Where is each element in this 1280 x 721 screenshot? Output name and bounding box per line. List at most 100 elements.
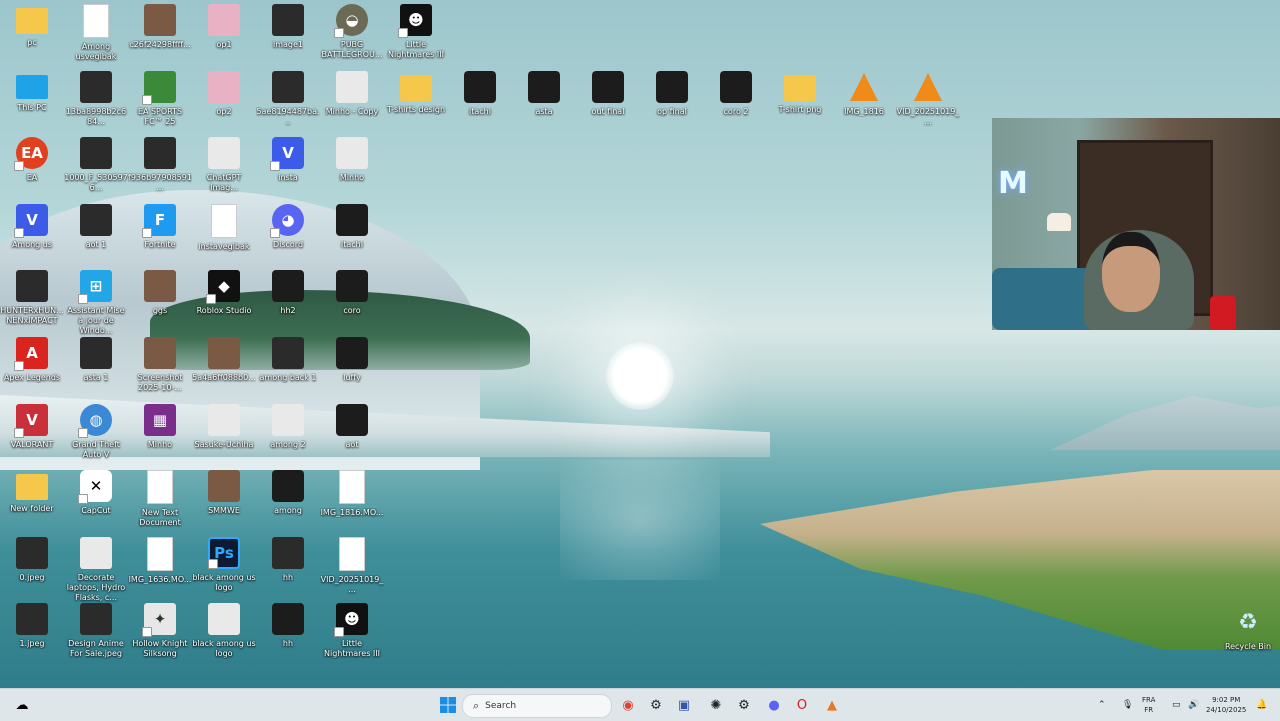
desktop-icon[interactable]: Design Anime For Sale.jpeg [64, 603, 128, 659]
desktop-icon[interactable]: op final [640, 70, 704, 117]
desktop-icon-label: Design Anime For Sale.jpeg [68, 639, 124, 659]
desktop-icon[interactable]: Among usvegibak [64, 4, 128, 62]
desktop-icon[interactable]: aot 1 [64, 203, 128, 250]
desktop-icon[interactable]: VID_20251019_... [320, 536, 384, 595]
desktop-icon[interactable]: ▦ Minho [128, 403, 192, 450]
steam-icon[interactable]: ⚙ [644, 693, 668, 717]
desktop-icon[interactable]: asta 1 [64, 337, 128, 383]
desktop-icon[interactable]: A Apex Legends [0, 337, 64, 383]
desktop-icon[interactable]: image1 [256, 4, 320, 50]
volume-icon[interactable]: 🔊 [1188, 689, 1199, 721]
desktop-icon[interactable]: itachi [448, 70, 512, 117]
desktop-icon[interactable]: T-shirts design [384, 71, 448, 115]
desktop-icon[interactable]: ✕ CapCut [64, 470, 128, 516]
desktop-icon[interactable]: Minho [320, 137, 384, 183]
discord-icon[interactable]: ● [762, 693, 786, 717]
dark-icon [80, 137, 112, 170]
light-icon [272, 403, 304, 436]
desktop-icon[interactable]: IMG_1816.MO... [320, 470, 384, 518]
red-bottle [1210, 296, 1236, 330]
widgets-icon[interactable]: ☁ [10, 693, 34, 717]
desktop-icon[interactable]: ☻ Little Nightmares III [384, 4, 448, 60]
desktop-icon[interactable]: IMG_1816 [832, 71, 896, 117]
tee-icon [336, 403, 368, 436]
desktop-icon-label: Screenshot 2025-10-... [137, 373, 183, 392]
desktop-icon[interactable]: luffy [320, 337, 384, 383]
desktop-icon[interactable]: pc [0, 4, 64, 48]
desktop-icon[interactable]: ◕ Discord [256, 203, 320, 250]
desktop-icon[interactable]: black among us logo [192, 603, 256, 659]
chrome-icon[interactable]: ◉ [616, 693, 640, 717]
taskbar-search[interactable]: ⌕ Search [462, 694, 612, 718]
desktop-icon[interactable]: V VALORANT [0, 403, 64, 450]
start-button[interactable] [436, 693, 460, 717]
desktop-icon[interactable]: ◆ Roblox Studio [192, 270, 256, 316]
desktop-icon[interactable]: Vinsta [256, 137, 320, 183]
app-icon[interactable]: ▣ [672, 693, 696, 717]
desktop-icon[interactable]: EA EA [0, 137, 64, 183]
desktop-icon[interactable]: hh2 [256, 270, 320, 316]
desktop-icon[interactable]: f936b97908591... [128, 137, 192, 193]
chatgpt-icon[interactable]: ✺ [704, 693, 728, 717]
desktop-icon[interactable]: ggs [128, 270, 192, 316]
desktop-icon[interactable]: Minho - Copy [320, 70, 384, 117]
desktop-icon[interactable]: 5ae8194487ba... [256, 70, 320, 127]
desktop-icon[interactable]: hh [256, 536, 320, 583]
dark-icon [80, 203, 112, 236]
desktop-icon[interactable]: 5a4a6ff088b0... [192, 337, 256, 383]
desktop-icon[interactable]: coro [320, 270, 384, 316]
steam-alt-icon[interactable]: ⚙ [732, 693, 756, 717]
desktop-icon[interactable]: ◍ Grand Theft Auto V [64, 403, 128, 460]
desktop-icon[interactable]: coro 2 [704, 70, 768, 117]
desktop-icon[interactable]: This PC [0, 71, 64, 113]
recycle-bin[interactable]: ♻ Recycle Bin [1216, 606, 1280, 652]
desktop-icon[interactable]: 1000_F_5305976... [64, 137, 128, 193]
desktop-icon[interactable]: ⊞ Assistant Mise à jour de Windo... [64, 270, 128, 336]
desktop-icon[interactable]: ☻ Little Nightmares III [320, 603, 384, 659]
dark-icon [144, 137, 176, 170]
clock[interactable]: 9:02 PM 24/10/2025 [1206, 689, 1246, 721]
desktop-icon[interactable]: Ps black among us logo [192, 536, 256, 593]
desktop-icon[interactable]: F Fortnite [128, 203, 192, 250]
desktop-icon[interactable]: ✦ Hollow Knight Silksong [128, 603, 192, 659]
notification-icon[interactable]: 🔔 [1256, 689, 1267, 721]
desktop-icon[interactable]: aot [320, 403, 384, 450]
desktop-icon[interactable]: out final [576, 70, 640, 117]
desktop-icon[interactable]: New Text Document [128, 470, 192, 528]
desktop-icon[interactable]: c26f24298ffff... [128, 4, 192, 50]
desktop-icon[interactable]: T-shirt png [768, 71, 832, 115]
desktop-icon-label: black among us logo [192, 639, 256, 659]
desktop-icon[interactable]: Sasuke-Uchiha [192, 403, 256, 450]
desktop-icon-label: asta [535, 106, 553, 116]
desktop-icon[interactable]: VID_20251019_... [896, 71, 960, 127]
desktop-icon[interactable]: HUNTERxHUN... NENxIMPACT [0, 270, 64, 326]
tray-overflow-icon[interactable]: ⌃ [1098, 689, 1106, 721]
lens-icon[interactable]: ▲ [820, 693, 844, 717]
desktop-icon[interactable]: among [256, 470, 320, 516]
desktop-icon[interactable]: among 2 [256, 403, 320, 450]
desktop-icon[interactable]: among back 1 [256, 337, 320, 383]
desktop-icon[interactable]: 0.jpeg [0, 536, 64, 583]
desktop-icon[interactable]: asta [512, 70, 576, 117]
desktop-icon[interactable]: Screenshot 2025-10-... [128, 337, 192, 393]
desktop-icon[interactable]: Decorate laptops, Hydro Flasks, c... [64, 536, 128, 603]
desktop-icon-label: hh [282, 572, 294, 582]
desktop-icon[interactable]: ChatGPT Imag... [192, 137, 256, 193]
desktop-icon[interactable]: 1.jpeg [0, 603, 64, 649]
language-indicator[interactable]: FRA FR [1142, 689, 1155, 721]
desktop-icon[interactable]: hh [256, 603, 320, 649]
network-icon[interactable]: ▭ [1172, 689, 1181, 721]
desktop-icon[interactable]: SMMWE [192, 470, 256, 516]
desktop-icon[interactable]: op1 [192, 4, 256, 50]
desktop-icon[interactable]: instavegibak [192, 203, 256, 252]
opera-icon[interactable]: O [790, 693, 814, 717]
desktop-icon[interactable]: 13ba8998b2c684... [64, 70, 128, 127]
desktop-icon[interactable]: ◒ PUBG BATTLEGROU... [320, 4, 384, 60]
microphone-icon[interactable]: 🎙 [1122, 689, 1133, 721]
desktop-icon[interactable]: op2 [192, 70, 256, 117]
desktop-icon[interactable]: IMG_1636.MO... [128, 536, 192, 585]
desktop-icon[interactable]: EA SPORTS FC™ 25 [128, 70, 192, 127]
desktop-icon[interactable]: New folder [0, 470, 64, 514]
desktop-icon[interactable]: itachi [320, 203, 384, 250]
desktop-icon[interactable]: V Among us [0, 203, 64, 250]
